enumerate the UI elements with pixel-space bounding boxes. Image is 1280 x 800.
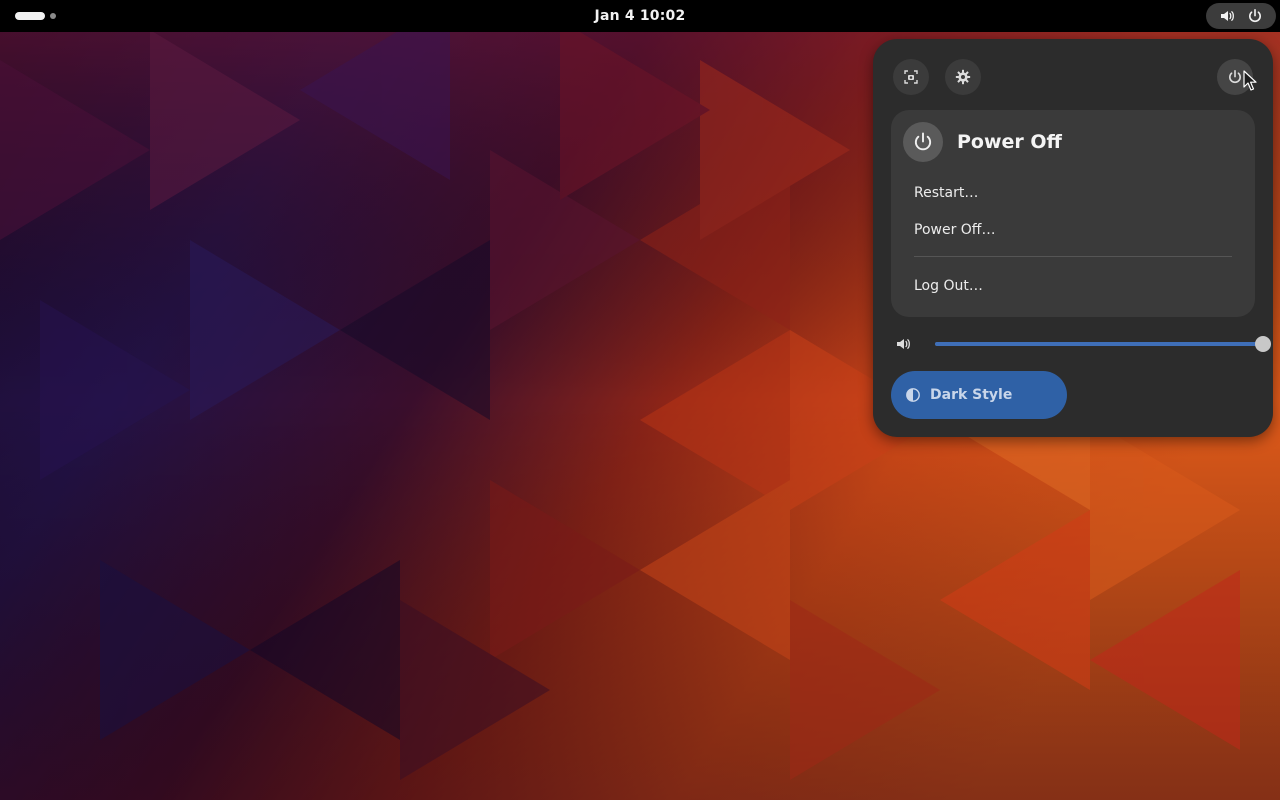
top-bar: Jan 4 10:02 (0, 0, 1280, 32)
dark-style-toggle[interactable]: Dark Style (891, 371, 1067, 419)
dark-style-label: Dark Style (930, 387, 1013, 403)
mouse-pointer-icon (1243, 70, 1257, 91)
power-icon (1249, 8, 1261, 23)
power-icon (903, 122, 943, 162)
workspace-indicator-active (15, 12, 45, 20)
power-off-menu-item[interactable]: Power Off… (903, 213, 1243, 247)
volume-control (895, 331, 1271, 357)
clock[interactable]: Jan 4 10:02 (540, 0, 740, 32)
volume-slider[interactable] (935, 331, 1271, 357)
desktop: Jan 4 10:02 Power Off Restart… Power Off… (0, 0, 1280, 800)
system-status-area[interactable] (1206, 3, 1276, 29)
volume-slider-fill (935, 342, 1271, 346)
power-off-title: Power Off (957, 131, 1062, 153)
menu-separator (914, 256, 1232, 257)
activities-button[interactable] (15, 11, 60, 21)
power-off-header: Power Off (903, 122, 1203, 162)
power-off-submenu: Power Off Restart… Power Off… Log Out… (891, 110, 1255, 317)
quick-settings-menu: Power Off Restart… Power Off… Log Out… D… (873, 39, 1273, 437)
settings-button[interactable] (945, 59, 981, 95)
restart-menu-item[interactable]: Restart… (903, 176, 1243, 210)
gear-icon (955, 69, 971, 85)
workspace-indicator-inactive (50, 13, 56, 19)
power-icon (1229, 69, 1241, 84)
screenshot-button[interactable] (893, 59, 929, 95)
dark-style-icon (906, 388, 920, 402)
volume-slider-handle[interactable] (1255, 336, 1271, 352)
volume-icon[interactable] (895, 336, 911, 352)
volume-icon (1221, 11, 1234, 21)
log-out-menu-item[interactable]: Log Out… (903, 269, 1243, 303)
screenshot-icon (904, 70, 918, 84)
